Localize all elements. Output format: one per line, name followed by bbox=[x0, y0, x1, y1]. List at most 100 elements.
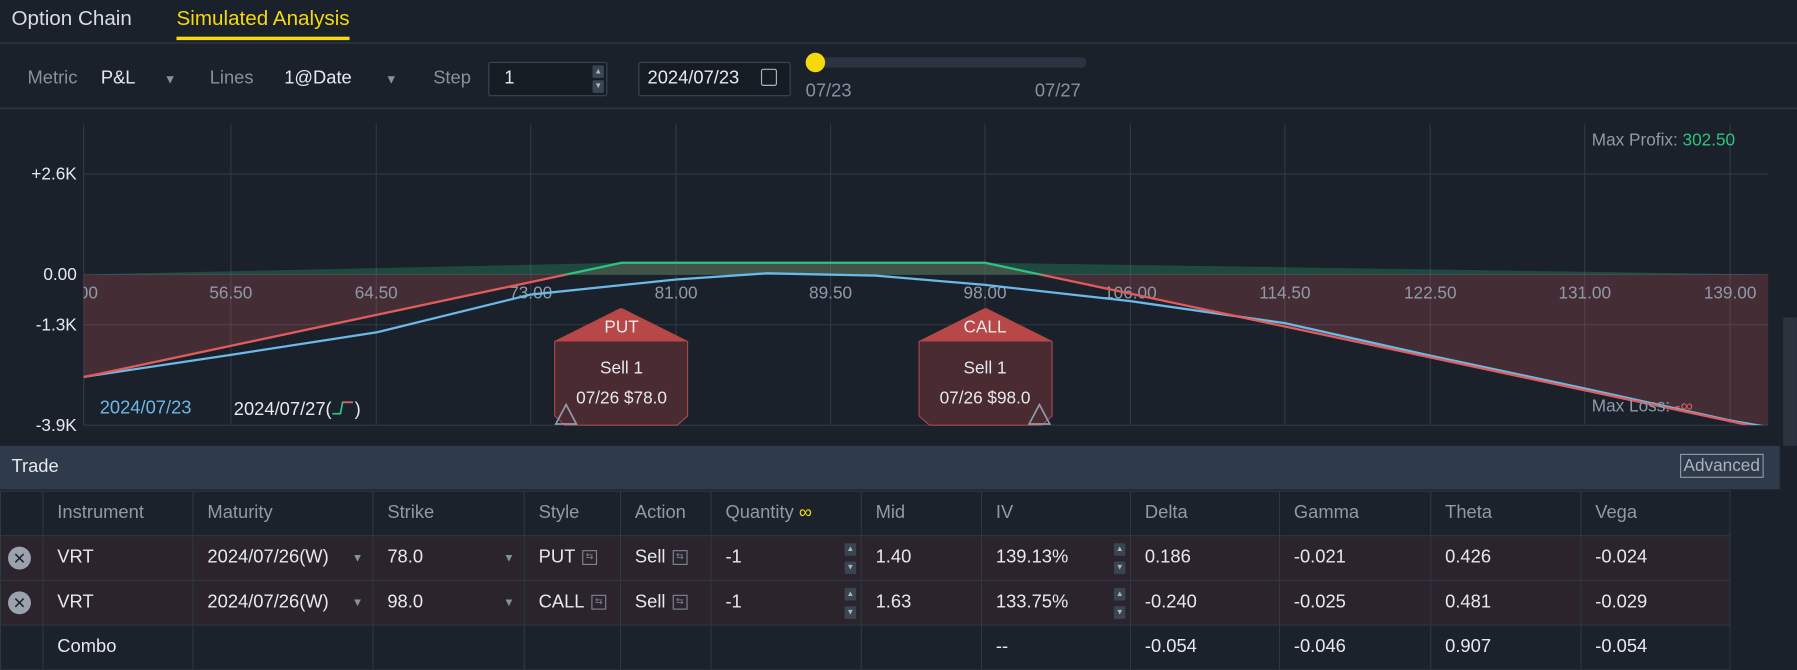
iv-value: 133.75% bbox=[995, 592, 1069, 612]
marker-action: Sell 1 bbox=[963, 358, 1007, 379]
date-value: 2024/07/23 bbox=[647, 68, 740, 89]
date-input[interactable]: 2024/07/23 bbox=[638, 61, 791, 97]
divider bbox=[0, 42, 1797, 44]
col-theta: Theta bbox=[1430, 490, 1582, 537]
action-toggle[interactable]: Sell ⇆ bbox=[620, 535, 712, 582]
remove-leg-button[interactable]: ✕ bbox=[8, 546, 31, 570]
style-toggle[interactable]: PUT ⇆ bbox=[523, 535, 622, 582]
strike-value: 98.0 bbox=[387, 592, 424, 612]
iv-stepper[interactable]: 133.75% ▲ ▼ bbox=[981, 579, 1132, 626]
strike-value: 78.0 bbox=[387, 547, 424, 568]
vega-cell: -0.029 bbox=[1580, 579, 1731, 626]
table-row: ✕ VRT 2024/07/26(W) ▼ 78.0 ▼ PUT ⇆ Sell ⇆ -1… bbox=[0, 535, 1731, 582]
increment-button[interactable]: ▲ bbox=[844, 543, 857, 556]
step-label: Step bbox=[433, 68, 471, 89]
x-tick-label: 48.00 bbox=[55, 283, 98, 303]
increment-button[interactable]: ▲ bbox=[1113, 543, 1126, 556]
table-row: ✕ VRT 2024/07/26(W) ▼ 98.0 ▼ CALL ⇆ Sell ⇆ -… bbox=[0, 579, 1731, 626]
date-slider[interactable] bbox=[806, 57, 1087, 68]
delta-cell: 0.186 bbox=[1129, 535, 1281, 582]
calendar-icon[interactable] bbox=[760, 68, 777, 86]
lines-label: Lines bbox=[209, 68, 254, 89]
profit-area bbox=[83, 262, 1769, 275]
decrement-button[interactable]: ▼ bbox=[844, 561, 857, 575]
x-tick-label: 131.00 bbox=[1558, 283, 1611, 303]
gamma-cell: -0.025 bbox=[1278, 579, 1432, 626]
date-slider-handle[interactable] bbox=[805, 52, 826, 73]
quantity-stepper[interactable]: -1 ▲ ▼ bbox=[710, 535, 862, 582]
marker-type: CALL bbox=[963, 317, 1007, 337]
instrument-cell: VRT bbox=[42, 579, 194, 626]
link-icon[interactable]: ∞ bbox=[799, 503, 812, 522]
increment-button[interactable]: ▲ bbox=[1113, 587, 1126, 601]
action-toggle[interactable]: Sell ⇆ bbox=[620, 579, 712, 626]
maturity-select[interactable]: 2024/07/26(W) ▼ bbox=[192, 579, 374, 626]
col-action: Action bbox=[620, 490, 712, 537]
iv-value: 139.13% bbox=[995, 547, 1069, 568]
lines-select[interactable]: 1@Date ▼ bbox=[284, 69, 404, 90]
put-leg-marker[interactable]: PUT Sell 1 07/26 $78.0 bbox=[554, 308, 689, 426]
increment-button[interactable]: ▲ bbox=[844, 587, 857, 601]
action-value: Sell bbox=[634, 547, 666, 568]
strike-select[interactable]: 98.0 ▼ bbox=[372, 579, 525, 626]
call-leg-marker[interactable]: CALL Sell 1 07/26 $98.0 bbox=[917, 308, 1053, 426]
x-tick-label: 64.50 bbox=[355, 283, 398, 303]
marker-detail: 07/26 $98.0 bbox=[939, 388, 1031, 408]
y-tick-label: +2.6K bbox=[31, 164, 77, 184]
quantity-value: -1 bbox=[725, 592, 742, 612]
max-profit-label: Max Profix: 302.50 bbox=[1591, 130, 1736, 151]
combo-row: Combo -- -0.054 -0.046 0.907 -0.054 bbox=[0, 624, 1731, 670]
max-loss-label: Max Loss: -∞ bbox=[1591, 396, 1693, 416]
swap-icon[interactable]: ⇆ bbox=[582, 550, 598, 566]
combo-theta: 0.907 bbox=[1430, 624, 1582, 670]
step-input[interactable]: 1 ▲ ▼ bbox=[488, 61, 608, 97]
x-tick-label: 114.50 bbox=[1259, 283, 1310, 303]
col-delta: Delta bbox=[1129, 490, 1281, 537]
maturity-value: 2024/07/26(W) bbox=[207, 592, 329, 612]
col-iv: IV bbox=[981, 490, 1132, 537]
remove-leg-button[interactable]: ✕ bbox=[8, 591, 31, 615]
max-profit-value: 302.50 bbox=[1682, 130, 1736, 151]
vega-cell: -0.024 bbox=[1580, 535, 1731, 582]
col-mid: Mid bbox=[860, 490, 983, 537]
chevron-down-icon: ▼ bbox=[503, 552, 515, 565]
legend-expiry[interactable]: 2024/07/27() bbox=[234, 399, 361, 421]
decrement-button[interactable]: ▼ bbox=[844, 606, 857, 619]
strike-select[interactable]: 78.0 ▼ bbox=[372, 535, 525, 582]
maturity-select[interactable]: 2024/07/26(W) ▼ bbox=[192, 535, 374, 582]
style-value: CALL bbox=[538, 592, 585, 612]
swap-icon[interactable]: ⇆ bbox=[591, 595, 607, 610]
quantity-stepper[interactable]: -1 ▲ ▼ bbox=[710, 579, 862, 626]
advanced-button[interactable]: Advanced bbox=[1680, 453, 1764, 478]
quantity-value: -1 bbox=[725, 547, 742, 568]
metric-select[interactable]: P&L ▼ bbox=[101, 69, 181, 90]
decrement-button[interactable]: ▼ bbox=[1113, 606, 1126, 619]
col-vega: Vega bbox=[1580, 490, 1731, 537]
step-up-button[interactable]: ▲ bbox=[592, 65, 604, 78]
marker-detail: 07/26 $78.0 bbox=[576, 388, 667, 408]
col-instrument: Instrument bbox=[42, 490, 194, 537]
swap-icon[interactable]: ⇆ bbox=[672, 550, 688, 566]
combo-gamma: -0.046 bbox=[1278, 624, 1432, 670]
decrement-button[interactable]: ▼ bbox=[1113, 561, 1126, 575]
mid-cell: 1.63 bbox=[860, 579, 983, 626]
slider-start-label: 07/23 bbox=[805, 81, 852, 101]
step-down-button[interactable]: ▼ bbox=[592, 80, 604, 93]
tab-simulated-analysis[interactable]: Simulated Analysis bbox=[176, 7, 350, 41]
swap-icon[interactable]: ⇆ bbox=[672, 595, 688, 610]
x-tick-label: 56.50 bbox=[209, 283, 252, 303]
trade-table: Instrument Maturity Strike Style Action … bbox=[0, 490, 1731, 670]
tab-option-chain[interactable]: Option Chain bbox=[11, 7, 131, 31]
combo-vega: -0.054 bbox=[1580, 624, 1731, 670]
style-toggle[interactable]: CALL ⇆ bbox=[523, 579, 622, 626]
iv-stepper[interactable]: 139.13% ▲ ▼ bbox=[981, 535, 1132, 582]
chevron-down-icon: ▼ bbox=[351, 597, 364, 610]
col-style: Style bbox=[523, 490, 622, 537]
legend-today[interactable]: 2024/07/23 bbox=[100, 399, 192, 420]
x-tick-label: 81.00 bbox=[655, 283, 698, 303]
side-panel-handle[interactable] bbox=[1783, 317, 1797, 446]
theta-cell: 0.426 bbox=[1430, 535, 1582, 582]
pnl-chart[interactable]: +2.6K0.00-1.3K-3.9K48.00 56.50 64.50 73.00 8… bbox=[0, 109, 1797, 446]
gamma-cell: -0.021 bbox=[1278, 535, 1432, 582]
combo-iv: -- bbox=[981, 624, 1132, 670]
